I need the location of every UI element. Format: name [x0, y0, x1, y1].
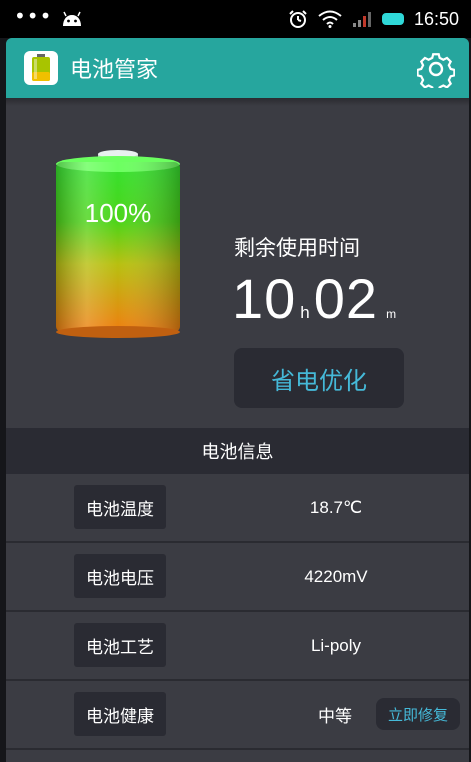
row-value: 4220mV	[304, 566, 368, 586]
gear-icon[interactable]	[417, 50, 455, 88]
wifi-icon	[318, 10, 342, 28]
row-label: 电池工艺	[74, 623, 166, 667]
status-bar: ••• 16:50	[0, 0, 471, 38]
repair-button[interactable]: 立即修复	[376, 698, 460, 730]
list-item-technology: 电池工艺 Li-poly	[6, 612, 469, 681]
list-item-voltage: 电池电压 4220mV	[6, 543, 469, 612]
list-item-health: 电池健康 中等 立即修复	[6, 681, 469, 750]
battery-overview: 100% 剩余使用时间 10 h 02 m 省电优化	[6, 106, 469, 428]
hours-value: 10	[232, 267, 297, 330]
remaining-time: 10 h 02 m	[232, 266, 400, 331]
row-label: 电池温度	[74, 485, 166, 529]
android-icon	[63, 11, 82, 26]
list-item-temperature: 电池温度 18.7℃	[6, 474, 469, 543]
minutes-value: 02	[313, 267, 379, 330]
app-bar: 电池管家	[6, 38, 469, 98]
app-battery-icon	[24, 51, 58, 85]
appbar-shadow	[6, 98, 469, 106]
row-value: Li-poly	[310, 635, 362, 655]
battery-percent: 100%	[84, 198, 152, 228]
status-time: 16:50	[413, 8, 459, 29]
alarm-icon	[289, 10, 307, 28]
remaining-time-label: 剩余使用时间	[234, 236, 360, 260]
power-save-button[interactable]: 省电优化	[234, 348, 404, 408]
battery-info-list: 电池温度 18.7℃ 电池电压 4220mV 电池工艺 Li-poly 电池健康…	[6, 474, 469, 750]
row-value: 18.7℃	[309, 497, 363, 517]
hours-unit: h	[300, 303, 310, 322]
notification-dots: •••	[14, 4, 53, 28]
app-window: 电池管家 100% 剩余使用时间 10 h 02 m 省电优化 电池信息 电池温…	[6, 38, 469, 762]
battery-icon	[381, 13, 404, 25]
minutes-unit: m	[386, 307, 397, 321]
battery-graphic	[56, 150, 180, 338]
row-label: 电池电压	[74, 554, 166, 598]
battery-info-header: 电池信息	[6, 428, 469, 474]
app-title: 电池管家	[70, 58, 159, 83]
row-label: 电池健康	[74, 692, 166, 736]
signal-icon	[352, 12, 371, 27]
